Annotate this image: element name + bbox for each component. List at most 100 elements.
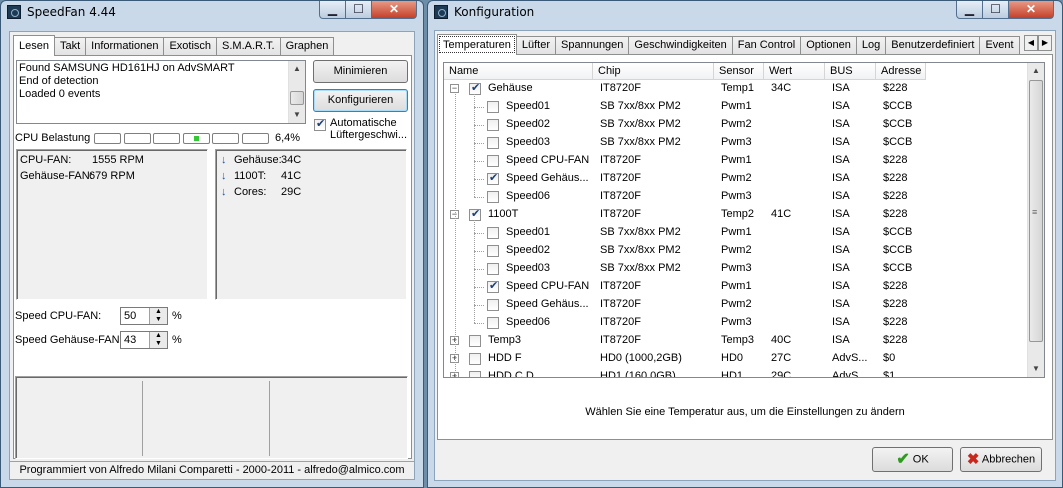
config-titlebar[interactable]: Konfiguration ▁ ☐ ✕: [428, 1, 1062, 23]
scroll-down-icon[interactable]: ▼: [289, 107, 305, 123]
column-header-5[interactable]: Adresse: [876, 63, 926, 80]
tab-4[interactable]: Fan Control: [731, 36, 802, 54]
tree-scrollbar[interactable]: ▲ ≡ ▼: [1027, 63, 1044, 377]
tab-4[interactable]: S.M.A.R.T.: [216, 37, 281, 55]
row-bus: ISA: [832, 226, 850, 238]
row-checkbox[interactable]: [487, 101, 499, 113]
tab-5[interactable]: Optionen: [800, 36, 857, 54]
minimize-window-button[interactable]: ▁: [319, 1, 346, 19]
tree-row[interactable]: Speed06 IT8720F Pwm3 ISA $228: [444, 188, 1024, 206]
cancel-button[interactable]: ✖ Abbrechen: [960, 447, 1042, 472]
close-window-button[interactable]: ✕: [1008, 1, 1054, 19]
tab-1[interactable]: Lüfter: [515, 36, 557, 54]
row-checkbox[interactable]: [469, 353, 481, 365]
row-bus: AdvS...: [832, 352, 868, 364]
collapse-icon[interactable]: −: [450, 84, 459, 93]
tab-scroll-left-icon[interactable]: ◀: [1024, 35, 1038, 51]
row-checkbox[interactable]: [487, 191, 499, 203]
fan-reading: Gehäuse-FAN: 679 RPM: [20, 170, 205, 184]
row-checkbox[interactable]: [469, 81, 481, 95]
row-checkbox[interactable]: [469, 207, 481, 221]
tab-6[interactable]: Log: [855, 36, 887, 54]
row-checkbox[interactable]: [487, 263, 499, 275]
spin-arrows-icon[interactable]: ▲ ▼: [149, 332, 167, 348]
tree-row[interactable]: Speed Gehäus... IT8720F Pwm2 ISA $228: [444, 170, 1024, 188]
temperatures-panel: NameChipSensorWertBUSAdresse − Gehäuse IT8…: [437, 54, 1053, 440]
tree-row[interactable]: Speed CPU-FAN IT8720F Pwm1 ISA $228: [444, 278, 1024, 296]
minimize-window-button[interactable]: ▁: [956, 1, 983, 19]
row-checkbox[interactable]: [469, 371, 481, 377]
tree-row[interactable]: + HDD F HD0 (1000,2GB) HD0 27C AdvS... $0: [444, 350, 1024, 368]
speed-spinner[interactable]: 50 ▲ ▼: [120, 307, 168, 325]
maximize-window-button[interactable]: ☐: [345, 1, 372, 19]
row-wert: 29C: [771, 370, 792, 378]
column-header-1[interactable]: Chip: [593, 63, 714, 80]
sensor-tree[interactable]: NameChipSensorWertBUSAdresse − Gehäuse IT8…: [443, 62, 1045, 378]
close-window-button[interactable]: ✕: [371, 1, 417, 19]
tab-7[interactable]: Benutzerdefiniert: [885, 36, 981, 54]
row-checkbox[interactable]: [487, 137, 499, 149]
row-adresse: $228: [883, 190, 908, 202]
cpu-load-cell: [123, 133, 151, 144]
speedfan-titlebar[interactable]: SpeedFan 4.44 ▁ ☐ ✕: [1, 1, 423, 23]
maximize-window-button[interactable]: ☐: [982, 1, 1009, 19]
tree-row[interactable]: Speed03 SB 7xx/8xx PM2 Pwm3 ISA $CCB: [444, 134, 1024, 152]
row-checkbox[interactable]: [487, 317, 499, 329]
ok-button[interactable]: ✔ OK: [872, 447, 953, 472]
tree-row[interactable]: Speed Gehäus... IT8720F Pwm2 ISA $228: [444, 296, 1024, 314]
row-checkbox[interactable]: [487, 227, 499, 239]
tree-row[interactable]: Speed02 SB 7xx/8xx PM2 Pwm2 ISA $CCB: [444, 242, 1024, 260]
row-checkbox[interactable]: [487, 279, 499, 293]
row-checkbox[interactable]: [487, 299, 499, 311]
tab-8[interactable]: Event: [979, 36, 1020, 54]
column-header-4[interactable]: BUS: [825, 63, 876, 80]
tab-3[interactable]: Exotisch: [163, 37, 218, 55]
speed-value[interactable]: 50: [124, 310, 136, 322]
column-header-0[interactable]: Name: [444, 63, 593, 80]
scroll-down-icon[interactable]: ▼: [1028, 361, 1044, 377]
tree-row[interactable]: Speed03 SB 7xx/8xx PM2 Pwm3 ISA $CCB: [444, 260, 1024, 278]
configure-button[interactable]: Konfigurieren: [313, 89, 408, 112]
tree-row[interactable]: Speed CPU-FAN IT8720F Pwm1 ISA $228: [444, 152, 1024, 170]
tab-0[interactable]: Temperaturen: [437, 34, 517, 55]
tree-row[interactable]: − Gehäuse IT8720F Temp1 34C ISA $228: [444, 80, 1024, 98]
tree-row[interactable]: Speed02 SB 7xx/8xx PM2 Pwm2 ISA $CCB: [444, 116, 1024, 134]
tab-scroll-right-icon[interactable]: ▶: [1038, 35, 1052, 51]
auto-fan-check-icon[interactable]: [314, 117, 326, 131]
speed-label: Speed Gehäuse-FAN:: [15, 334, 123, 346]
row-checkbox[interactable]: [487, 171, 499, 185]
column-header-2[interactable]: Sensor: [714, 63, 764, 80]
scroll-up-icon[interactable]: ▲: [289, 61, 305, 77]
tree-row[interactable]: Speed06 IT8720F Pwm3 ISA $228: [444, 314, 1024, 332]
minimize-button[interactable]: Minimieren: [313, 60, 408, 83]
scroll-up-icon[interactable]: ▲: [1028, 63, 1044, 79]
column-header-3[interactable]: Wert: [764, 63, 825, 80]
tab-5[interactable]: Graphen: [279, 37, 335, 55]
tree-row[interactable]: −1100TIT8720FTemp241CISA$228: [444, 206, 1024, 224]
log-scrollbar[interactable]: ▲ ▼: [288, 61, 305, 123]
tab-2[interactable]: Spannungen: [555, 36, 630, 54]
hint-text: Wählen Sie eine Temperatur aus, um die E…: [585, 406, 905, 418]
row-adresse: $CCB: [883, 226, 913, 238]
temp-name: Cores:: [234, 186, 267, 198]
tree-row[interactable]: Speed01 SB 7xx/8xx PM2 Pwm1 ISA $CCB: [444, 224, 1024, 242]
tab-1[interactable]: Takt: [53, 37, 87, 55]
row-checkbox[interactable]: [487, 119, 499, 131]
row-checkbox[interactable]: [469, 335, 481, 347]
tab-0[interactable]: Lesen: [13, 35, 55, 56]
row-chip: IT8720F: [600, 154, 641, 166]
row-checkbox[interactable]: [487, 245, 499, 257]
log-list[interactable]: Found SAMSUNG HD161HJ on AdvSMART End of …: [16, 60, 306, 124]
spin-arrows-icon[interactable]: ▲ ▼: [149, 308, 167, 324]
speed-value[interactable]: 43: [124, 334, 136, 346]
speed-spinner[interactable]: 43 ▲ ▼: [120, 331, 168, 349]
tab-3[interactable]: Geschwindigkeiten: [628, 36, 733, 54]
row-name: HDD F: [488, 352, 522, 364]
row-name: Speed Gehäus...: [506, 172, 589, 184]
tree-row[interactable]: + Temp3 IT8720F Temp3 40C ISA $228: [444, 332, 1024, 350]
scroll-thumb[interactable]: [290, 91, 304, 105]
tab-2[interactable]: Informationen: [85, 37, 165, 55]
tree-row[interactable]: Speed01 SB 7xx/8xx PM2 Pwm1 ISA $CCB: [444, 98, 1024, 116]
tree-row[interactable]: + HDD C,D HD1 (160,0GB) HD1 29C AdvS... $1: [444, 368, 1024, 378]
row-checkbox[interactable]: [487, 155, 499, 167]
